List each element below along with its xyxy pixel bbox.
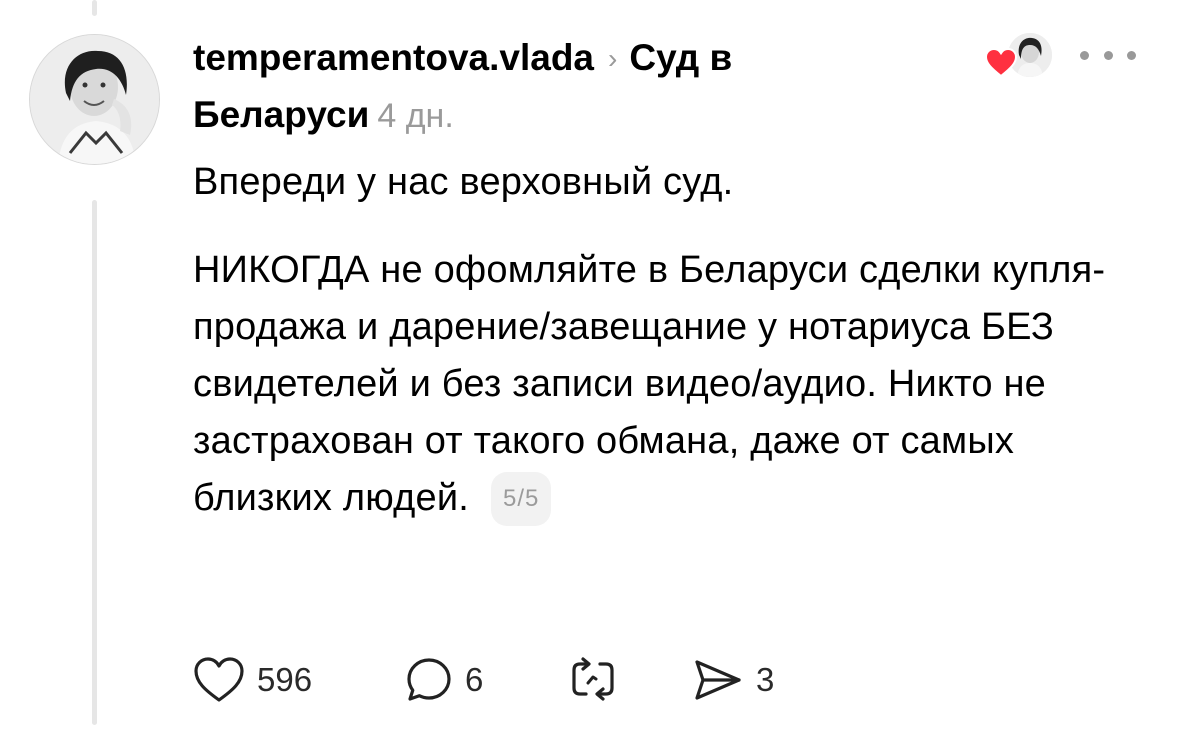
repost-icon [572,657,614,701]
send-icon [695,660,741,700]
like-button[interactable]: 596 [193,656,405,704]
liked-by-indicator[interactable] [985,30,1057,84]
author-username[interactable]: temperamentova.vlada [193,37,594,78]
reply-button[interactable]: 6 [405,656,568,704]
post-header: temperamentova.vlada › Суд в Беларуси 4 дн. [193,30,913,144]
avatar-portrait-icon [30,35,159,164]
post-paragraph: Впереди у нас верховный суд. [193,161,734,203]
share-count: 3 [756,661,775,698]
thread-line [92,200,97,725]
more-horizontal-icon [1080,50,1089,60]
heart-icon [985,48,1017,78]
more-horizontal-icon [1127,50,1136,60]
thread-line-top [92,0,97,16]
post-body: Впереди у нас верховный суд. НИКОГДА не … [193,154,1163,527]
like-count: 596 [257,661,313,698]
heart-outline-icon [194,657,244,702]
action-bar: 596 6 3 [193,655,774,705]
page-indicator: 5/5 [491,472,552,526]
share-button[interactable]: 3 [692,656,774,704]
post-paragraph-with-badge: НИКОГДА не офомляйте в Беларуси сделки к… [193,242,1163,527]
chevron-right-icon: › [608,43,618,74]
post-time: 4 дн. [377,97,454,135]
reply-count: 6 [465,661,484,698]
post-paragraph: НИКОГДА не офомляйте в Беларуси сделки к… [193,249,1106,519]
more-options-button[interactable] [1080,40,1136,70]
repost-button[interactable] [568,656,692,704]
author-avatar[interactable] [29,34,160,165]
comment-bubble-icon [407,658,451,701]
more-horizontal-icon [1103,50,1113,60]
